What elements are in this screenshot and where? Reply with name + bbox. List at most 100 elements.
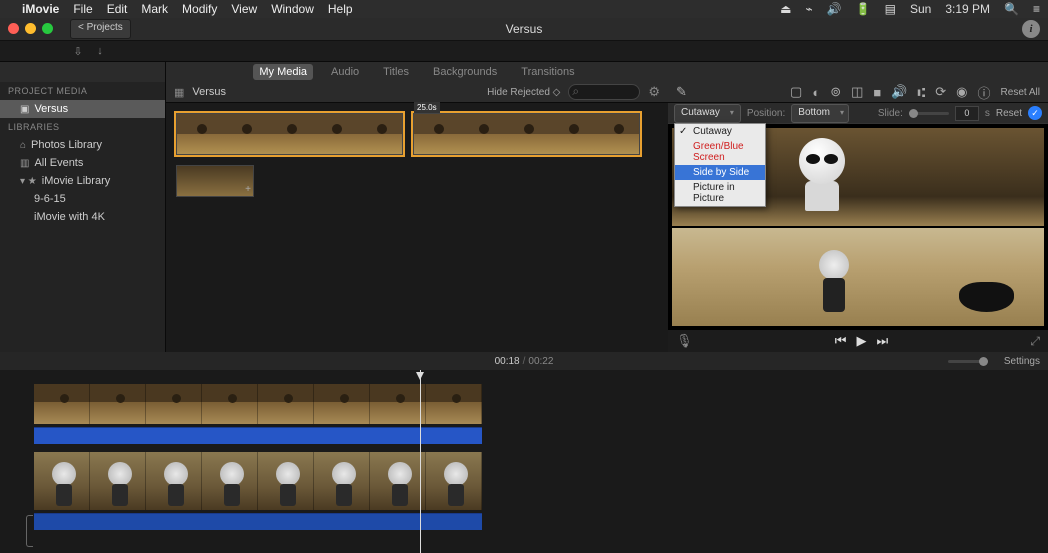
option-cutaway[interactable]: Cutaway (675, 124, 765, 139)
slide-label: Slide: (878, 108, 903, 119)
crop-icon[interactable]: ◫ (851, 84, 863, 100)
position-select[interactable]: Bottom (791, 104, 849, 123)
hide-rejected-select[interactable]: Hide Rejected ◇ (487, 87, 560, 98)
tab-titles[interactable]: Titles (377, 64, 415, 80)
volume-icon[interactable]: 🔊 (891, 84, 907, 100)
sidebar-item-event-2[interactable]: iMovie with 4K (0, 208, 165, 226)
menu-window[interactable]: Window (271, 2, 314, 16)
clip-3[interactable]: + (176, 165, 254, 197)
noise-icon[interactable]: ⑆ (917, 85, 925, 100)
sidebar-item-event-1[interactable]: 9-6-15 (0, 190, 165, 208)
minimize-button[interactable] (25, 23, 36, 34)
stabilize-icon[interactable]: ■ (873, 85, 881, 100)
close-button[interactable] (8, 23, 19, 34)
projects-back-button[interactable]: < Projects (70, 19, 131, 39)
mic-icon[interactable]: 🎙 (676, 333, 693, 349)
tab-audio[interactable]: Audio (325, 64, 365, 80)
play-button[interactable]: ▶ (856, 333, 866, 349)
content-tabs-row: My Media Audio Titles Backgrounds Transi… (0, 62, 1048, 82)
sidebar-section-project: PROJECT MEDIA (0, 82, 165, 100)
flag-icon[interactable]: ▤ (885, 2, 896, 16)
menu-view[interactable]: View (231, 2, 257, 16)
sidebar-item-versus[interactable]: ▣Versus (0, 100, 165, 118)
menu-file[interactable]: File (73, 2, 92, 16)
search-input[interactable] (568, 84, 640, 100)
mouse-prop (959, 282, 1014, 312)
menu-help[interactable]: Help (328, 2, 353, 16)
timeline-area: 00:18 / 00:22 Settings (0, 352, 1048, 553)
star-icon: ▾ ★ (20, 176, 37, 187)
tab-backgrounds[interactable]: Backgrounds (427, 64, 503, 80)
battery-icon[interactable]: 🔋 (856, 2, 871, 16)
sidebar-section-libraries: LIBRARIES (0, 118, 165, 136)
browser-title: Versus (192, 86, 226, 98)
spotlight-icon[interactable]: 🔍 (1004, 2, 1019, 16)
browser-header: ▦ Versus Hide Rejected ◇ ⚙ (166, 82, 668, 103)
figure-stormtrooper (787, 138, 857, 223)
grid-icon[interactable]: ▦ (174, 86, 184, 99)
volume-icon[interactable]: 🔊 (827, 2, 842, 16)
reset-all-button[interactable]: Reset All (1001, 87, 1040, 98)
clock-day[interactable]: Sun (910, 2, 931, 16)
import-arrow-icon[interactable]: ↓ (92, 43, 108, 59)
sidebar-item-all-events[interactable]: ▥All Events (0, 154, 165, 172)
timecode-current: 00:18 (495, 356, 520, 367)
option-green-blue[interactable]: Green/Blue Screen (675, 139, 765, 165)
media-browser: ▦ Versus Hide Rejected ◇ ⚙ 25.0s + (166, 82, 668, 352)
notification-icon[interactable]: ≡ (1033, 2, 1040, 16)
overlay-select[interactable]: Cutaway (674, 104, 741, 123)
photos-icon: ⌂ (20, 140, 26, 151)
slide-slider[interactable] (909, 112, 949, 115)
tab-transitions[interactable]: Transitions (515, 64, 580, 80)
overlay-tool-icon[interactable]: ▢ (790, 84, 802, 100)
track-overlay[interactable] (34, 384, 482, 424)
slide-value[interactable]: 0 (955, 106, 979, 121)
settings-button[interactable]: Settings (1004, 356, 1040, 367)
menu-edit[interactable]: Edit (107, 2, 128, 16)
audio-overlay[interactable] (34, 427, 482, 444)
traffic-lights (8, 23, 53, 34)
playhead[interactable] (420, 370, 421, 553)
filter-icon[interactable]: ◉ (956, 84, 967, 100)
sidebar-item-imovie-library[interactable]: ▾ ★iMovie Library (0, 172, 165, 190)
prev-button[interactable]: ⏮ (835, 333, 847, 349)
speed-icon[interactable]: ⟳ (935, 84, 946, 100)
main-panels: PROJECT MEDIA ▣Versus LIBRARIES ⌂Photos … (0, 82, 1048, 352)
app-menu[interactable]: iMovie (22, 2, 59, 16)
clip-1[interactable] (176, 113, 403, 155)
color-balance-icon[interactable]: ◐ (812, 85, 820, 100)
track-primary[interactable] (34, 452, 482, 510)
add-icon[interactable]: + (245, 184, 251, 195)
magic-wand-icon[interactable]: ✎ (676, 84, 687, 100)
project-icon: ▣ (20, 104, 29, 115)
bluetooth-icon[interactable]: ⌁ (805, 2, 812, 16)
apply-check-icon[interactable]: ✓ (1028, 106, 1042, 120)
zoom-slider[interactable] (948, 360, 988, 363)
info-tool-icon[interactable]: ⓘ (978, 83, 991, 102)
window-title: Versus (0, 22, 1048, 36)
menu-mark[interactable]: Mark (141, 2, 168, 16)
clock-time[interactable]: 3:19 PM (945, 2, 990, 16)
sidebar-item-photos-library[interactable]: ⌂Photos Library (0, 136, 165, 154)
timeline-tracks[interactable] (0, 370, 1048, 553)
airplay-icon[interactable]: ⏏ (780, 2, 791, 16)
clip-2[interactable]: 25.0s (413, 113, 640, 155)
fullscreen-icon[interactable]: ⤢ (1030, 334, 1040, 349)
gear-icon[interactable]: ⚙ (648, 84, 660, 100)
viewer-panel: ✎ ▢ ◐ ⊚ ◫ ■ 🔊 ⑆ ⟳ ◉ ⓘ Reset All Cutaway … (668, 82, 1048, 352)
option-pip[interactable]: Picture in Picture (675, 180, 765, 206)
system-menubar: iMovie File Edit Mark Modify View Window… (0, 0, 1048, 18)
option-side-by-side[interactable]: Side by Side (675, 165, 765, 180)
maximize-button[interactable] (42, 23, 53, 34)
menu-modify[interactable]: Modify (182, 2, 217, 16)
color-correct-icon[interactable]: ⊚ (830, 84, 841, 100)
import-icon[interactable]: ⇩ (70, 43, 86, 59)
reset-button[interactable]: Reset (996, 108, 1022, 119)
trim-handle[interactable] (26, 515, 33, 547)
tab-my-media[interactable]: My Media (253, 64, 313, 80)
viewer-toolbar: ✎ ▢ ◐ ⊚ ◫ ■ 🔊 ⑆ ⟳ ◉ ⓘ Reset All (668, 82, 1048, 103)
next-button[interactable]: ⏭ (876, 333, 888, 349)
info-icon[interactable]: i (1022, 20, 1040, 38)
audio-primary[interactable] (34, 513, 482, 530)
playback-bar: 🎙 ⏮ ▶ ⏭ ⤢ (668, 330, 1048, 352)
